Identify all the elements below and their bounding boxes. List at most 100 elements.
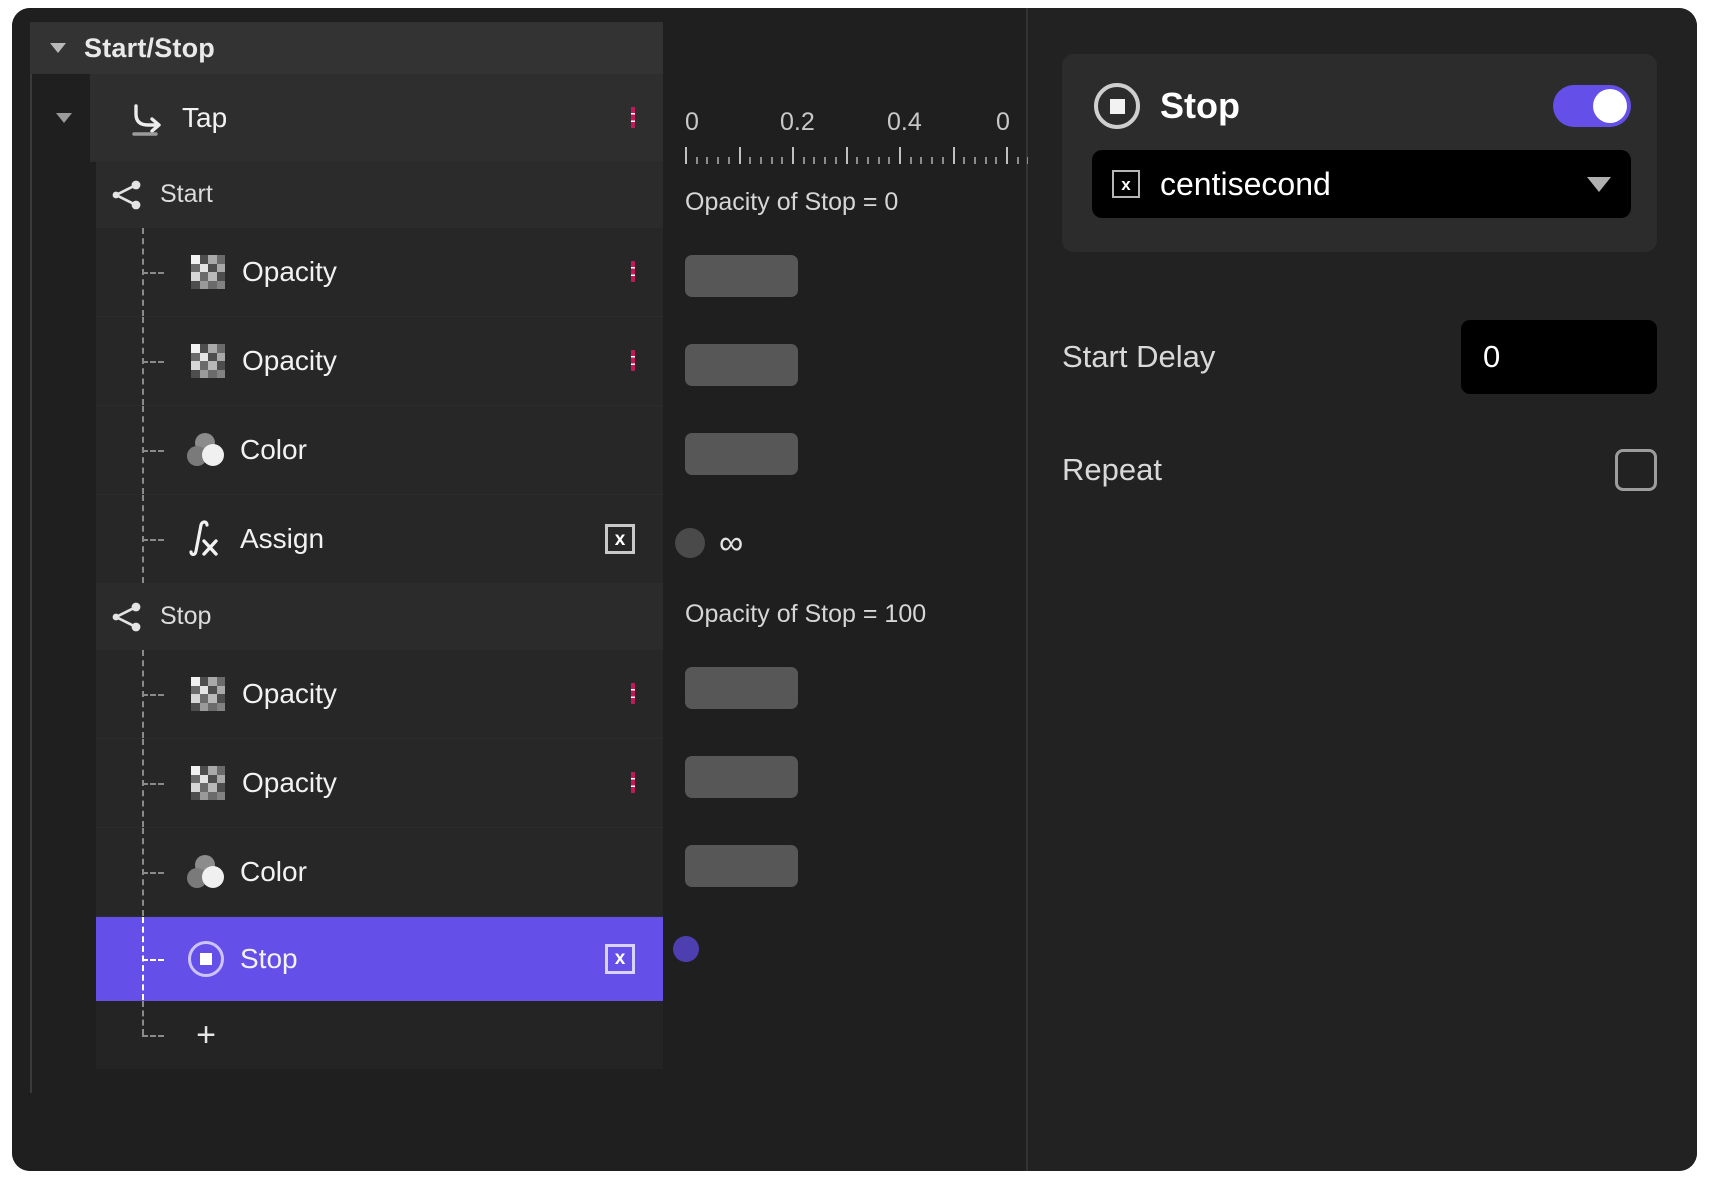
ruler-tick (995, 157, 997, 164)
color-circles-icon (184, 850, 228, 894)
ruler-tick (953, 147, 955, 164)
tap-arrow-icon (126, 96, 170, 140)
stop-ring-icon (1092, 84, 1142, 128)
ruler-tick (803, 157, 805, 164)
chevron-down-icon[interactable] (1587, 177, 1611, 192)
time-ruler[interactable]: 0 0.2 0.4 0 (685, 108, 1035, 168)
track-bar-opacity[interactable] (685, 344, 798, 386)
tree-row-add[interactable]: + (96, 1001, 663, 1069)
tree-row-assign[interactable]: Assign x (96, 495, 663, 584)
unit-select[interactable]: x centisecond (1092, 150, 1631, 218)
ruler-tick-label: 0 (685, 108, 699, 137)
tree-row-color[interactable]: Color (96, 406, 663, 495)
boxed-x-badge[interactable]: x (605, 524, 635, 554)
indent-guides (96, 317, 166, 405)
repeat-field-row: Repeat (1062, 448, 1657, 492)
ruler-tick (931, 157, 933, 164)
ruler-tick (685, 147, 687, 164)
tree-row-opacity[interactable]: Opacity (96, 228, 663, 317)
repeat-checkbox[interactable] (1615, 449, 1657, 491)
start-delay-label: Start Delay (1062, 339, 1215, 375)
tree-row-label: Start (160, 180, 213, 209)
tree-row-stop-selected[interactable]: Stop x (96, 917, 663, 1001)
stop-ring-icon (184, 937, 228, 981)
checkerboard-icon (186, 250, 230, 294)
checkerboard-icon (186, 761, 230, 805)
function-fx-icon (184, 517, 228, 561)
ruler-tick (1017, 157, 1019, 164)
chevron-down-icon[interactable] (56, 113, 72, 123)
indent-guides (96, 917, 166, 1000)
color-circles-icon (184, 428, 228, 472)
group-header-start-stop[interactable]: Start/Stop (30, 22, 663, 74)
ruler-tick (867, 157, 869, 164)
ruler-tick (878, 157, 880, 164)
track-keyframe-dot-selected[interactable] (673, 936, 699, 962)
opacity-stripe-badge[interactable] (631, 109, 635, 127)
ruler-tick (706, 157, 708, 164)
inspector-pane: Stop x centisecond Start Delay 0 Repeat (1028, 8, 1697, 1171)
tree-row-label: Assign (240, 523, 324, 555)
tree-row-label: Color (240, 434, 307, 466)
ruler-tick (942, 157, 944, 164)
stop-card-title: Stop (1160, 85, 1240, 127)
tree-row-stop-branch[interactable]: Stop (96, 584, 663, 650)
opacity-stripe-badge[interactable] (631, 685, 635, 703)
track-bar-color[interactable] (685, 433, 798, 475)
tree-row-label: Opacity (242, 678, 337, 710)
unit-select-value: centisecond (1160, 166, 1331, 203)
ruler-labels: 0 0.2 0.4 0 (685, 108, 1035, 140)
ruler-tick (974, 157, 976, 164)
ruler-tick (760, 157, 762, 164)
tree-rows: Tap Start (30, 74, 663, 1171)
indent-guides (96, 228, 166, 316)
tree-row-start[interactable]: Start (96, 162, 663, 228)
ruler-tick (846, 147, 848, 164)
ruler-tick (963, 157, 965, 164)
tree-row-color[interactable]: Color (96, 828, 663, 917)
tree-row-tap[interactable]: Tap (90, 74, 663, 162)
track-bar-opacity[interactable] (685, 756, 798, 798)
indent-guides (96, 828, 166, 916)
track-keyframe-dot[interactable] (675, 528, 705, 558)
branch-icon (104, 173, 148, 217)
tree-row-label: Opacity (242, 345, 337, 377)
ruler-tick (920, 157, 922, 164)
group-header-label: Start/Stop (84, 33, 215, 64)
ruler-tick (749, 157, 751, 164)
ruler-tick-label: 0.4 (887, 108, 922, 137)
checkerboard-icon (186, 672, 230, 716)
track-bar-opacity[interactable] (685, 667, 798, 709)
start-delay-input[interactable]: 0 (1461, 320, 1657, 394)
ruler-tick (856, 157, 858, 164)
infinity-icon: ∞ (719, 526, 743, 560)
opacity-stripe-badge[interactable] (631, 352, 635, 370)
repeat-label: Repeat (1062, 452, 1162, 488)
ruler-tick (835, 157, 837, 164)
ruler-tick (792, 147, 794, 164)
ruler-tick (728, 157, 730, 164)
ruler-tick (910, 157, 912, 164)
tree-row-label: Tap (182, 102, 227, 134)
ruler-tick (696, 157, 698, 164)
checkerboard-icon (186, 339, 230, 383)
boxed-x-badge[interactable]: x (605, 944, 635, 974)
ruler-tick (771, 157, 773, 164)
opacity-stripe-badge[interactable] (631, 774, 635, 792)
track-bar-opacity[interactable] (685, 255, 798, 297)
indent-guides (96, 406, 166, 494)
stop-enabled-toggle[interactable] (1553, 85, 1631, 127)
opacity-stripe-badge[interactable] (631, 263, 635, 281)
chevron-down-icon[interactable] (50, 43, 66, 53)
track-annotation-start: Opacity of Stop = 0 (685, 188, 898, 217)
tree-row-opacity[interactable]: Opacity (96, 739, 663, 828)
tree-row-label: Stop (160, 602, 211, 631)
ruler-tick (888, 157, 890, 164)
track-bar-color[interactable] (685, 845, 798, 887)
plus-icon[interactable]: + (184, 1013, 228, 1057)
tree-row-opacity[interactable]: Opacity (96, 317, 663, 406)
tree-row-opacity[interactable]: Opacity (96, 650, 663, 739)
track-annotation-stop: Opacity of Stop = 100 (685, 600, 926, 629)
outline-tree-pane: Start/Stop Tap (12, 8, 663, 1171)
branch-icon (104, 595, 148, 639)
